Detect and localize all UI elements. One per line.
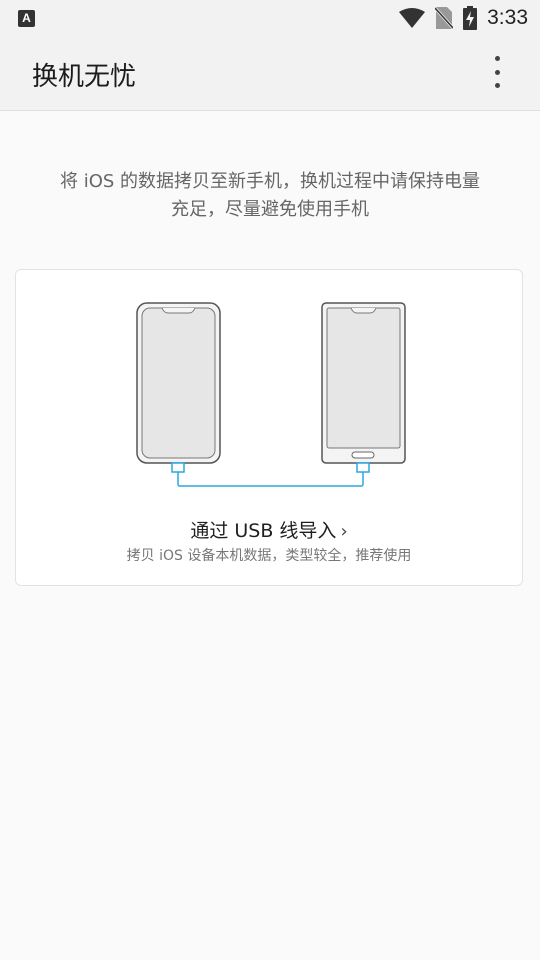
usb-import-title[interactable]: 通过 USB 线导入 ›: [16, 516, 522, 543]
description-line-1: 将 iOS 的数据拷贝至新手机，换机过程中请保持电量: [59, 171, 481, 192]
status-bar: A 3:33: [0, 0, 540, 36]
no-sim-icon: [435, 7, 454, 29]
app-bar: 换机无忧: [0, 36, 540, 111]
wifi-icon: [399, 8, 426, 28]
usb-import-card[interactable]: 通过 USB 线导入 › 拷贝 iOS 设备本机数据，类型较全，推荐使用: [15, 269, 523, 586]
iphone-illustration: [136, 302, 221, 464]
battery-charging-icon: [463, 6, 478, 30]
status-time: 3:33: [487, 6, 528, 29]
two-phones-usb-cable-illustration: [136, 302, 406, 487]
usb-import-title-text: 通过 USB 线导入: [190, 520, 337, 542]
a-notification-icon: A: [18, 10, 35, 27]
chevron-right-icon: ›: [340, 521, 348, 542]
android-phone-illustration: [321, 302, 406, 464]
status-bar-right: 3:33: [399, 5, 528, 31]
description-line-2: 充足，尽量避免使用手机: [171, 199, 369, 220]
more-vertical-icon[interactable]: [488, 56, 506, 88]
usb-cable: [171, 462, 370, 487]
description-text: 将 iOS 的数据拷贝至新手机，换机过程中请保持电量 充足，尽量避免使用手机: [30, 168, 510, 224]
usb-import-subtitle: 拷贝 iOS 设备本机数据，类型较全，推荐使用: [126, 548, 412, 564]
page-title: 换机无忧: [32, 62, 137, 92]
